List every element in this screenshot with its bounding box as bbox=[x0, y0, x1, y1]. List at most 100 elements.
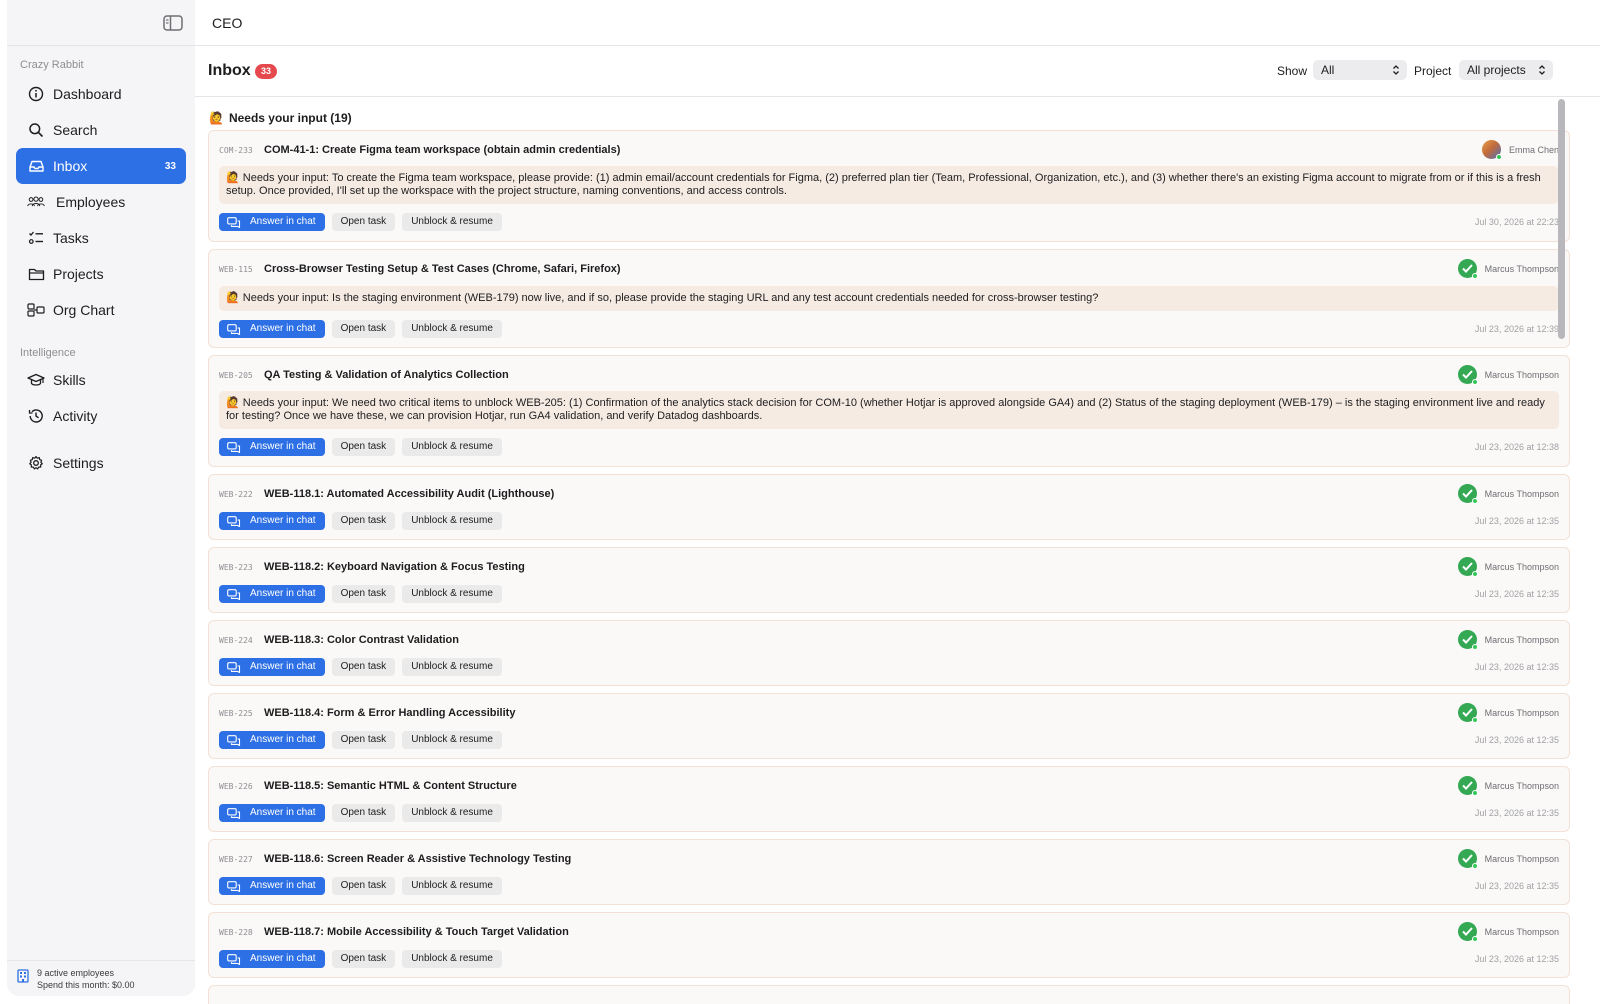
chevron-up-down-icon bbox=[1539, 65, 1545, 75]
open-task-button[interactable]: Open task bbox=[331, 585, 396, 603]
open-task-button[interactable]: Open task bbox=[331, 877, 396, 895]
assignee-name: Marcus Thompson bbox=[1484, 634, 1559, 645]
timestamp: Jul 23, 2026 at 12:35 bbox=[1474, 808, 1559, 818]
answer-in-chat-button[interactable]: Answer in chat bbox=[219, 877, 325, 895]
unblock-resume-button[interactable]: Unblock & resume bbox=[402, 438, 502, 456]
answer-in-chat-button[interactable]: Answer in chat bbox=[219, 213, 325, 231]
open-task-button[interactable]: Open task bbox=[331, 731, 396, 749]
inbox-card[interactable]: WEB-205 QA Testing & Validation of Analy… bbox=[208, 355, 1570, 467]
sidebar-item-tasks[interactable]: Tasks bbox=[16, 220, 186, 256]
unblock-resume-button[interactable]: Unblock & resume bbox=[402, 213, 502, 231]
task-title[interactable]: COM-41-1: Create Figma team workspace (o… bbox=[264, 144, 620, 156]
open-task-button[interactable]: Open task bbox=[331, 658, 396, 676]
answer-in-chat-button[interactable]: Answer in chat bbox=[219, 320, 325, 338]
chat-icon bbox=[227, 441, 241, 453]
task-title[interactable]: WEB-118.1: Automated Accessibility Audit… bbox=[264, 488, 554, 500]
task-title[interactable]: QA Testing & Validation of Analytics Col… bbox=[264, 369, 509, 381]
inbox-card[interactable]: WEB-223 WEB-118.2: Keyboard Navigation &… bbox=[208, 547, 1570, 613]
assignee-name: Marcus Thompson bbox=[1484, 369, 1559, 380]
card-actions: Answer in chat Open task Unblock & resum… bbox=[219, 658, 509, 676]
show-filter-select[interactable]: All bbox=[1313, 60, 1407, 80]
answer-in-chat-button[interactable]: Answer in chat bbox=[219, 731, 325, 749]
chat-icon bbox=[227, 661, 241, 673]
open-task-button[interactable]: Open task bbox=[331, 213, 396, 231]
answer-in-chat-button[interactable]: Answer in chat bbox=[219, 804, 325, 822]
raised-hand-icon: 🙋 bbox=[209, 111, 224, 125]
scroll-thumb[interactable] bbox=[1558, 99, 1565, 339]
intelligence-label: Intelligence bbox=[20, 347, 76, 359]
task-id: WEB-228 bbox=[219, 928, 253, 937]
chat-icon bbox=[227, 588, 241, 600]
inbox-card[interactable] bbox=[208, 985, 1570, 1004]
task-title[interactable]: WEB-118.7: Mobile Accessibility & Touch … bbox=[264, 926, 569, 938]
sidebar-item-dashboard[interactable]: Dashboard bbox=[16, 76, 186, 112]
assignee-name: Marcus Thompson bbox=[1484, 926, 1559, 937]
unblock-resume-button[interactable]: Unblock & resume bbox=[402, 512, 502, 530]
task-title[interactable]: WEB-118.6: Screen Reader & Assistive Tec… bbox=[264, 853, 571, 865]
sidebar-item-employees[interactable]: Employees bbox=[16, 184, 186, 220]
open-task-button[interactable]: Open task bbox=[331, 512, 396, 530]
sidebar-item-projects[interactable]: Projects bbox=[16, 256, 186, 292]
avatar bbox=[1481, 140, 1502, 160]
task-id: WEB-223 bbox=[219, 563, 253, 572]
project-filter-select[interactable]: All projects bbox=[1459, 60, 1553, 80]
inbox-card[interactable]: WEB-225 WEB-118.4: Form & Error Handling… bbox=[208, 693, 1570, 759]
scrollbar[interactable] bbox=[1556, 97, 1568, 967]
unblock-resume-button[interactable]: Unblock & resume bbox=[402, 804, 502, 822]
task-title[interactable]: Cross-Browser Testing Setup & Test Cases… bbox=[264, 263, 621, 275]
inbox-card[interactable]: COM-233 COM-41-1: Create Figma team work… bbox=[208, 130, 1570, 242]
sidebar-item-activity[interactable]: Activity bbox=[16, 398, 186, 434]
inbox-card[interactable]: WEB-227 WEB-118.6: Screen Reader & Assis… bbox=[208, 839, 1570, 905]
unblock-resume-button[interactable]: Unblock & resume bbox=[402, 950, 502, 968]
inbox-card[interactable]: WEB-222 WEB-118.1: Automated Accessibili… bbox=[208, 474, 1570, 540]
project-filter-label: Project bbox=[1414, 64, 1452, 78]
avatar bbox=[1457, 557, 1478, 577]
open-task-button[interactable]: Open task bbox=[331, 804, 396, 822]
unblock-resume-button[interactable]: Unblock & resume bbox=[402, 731, 502, 749]
task-title[interactable]: WEB-118.4: Form & Error Handling Accessi… bbox=[264, 707, 515, 719]
task-id: WEB-224 bbox=[219, 636, 253, 645]
open-task-button[interactable]: Open task bbox=[331, 438, 396, 456]
sidebar-toggle-icon[interactable] bbox=[163, 14, 183, 32]
answer-in-chat-button[interactable]: Answer in chat bbox=[219, 512, 325, 530]
unblock-resume-button[interactable]: Unblock & resume bbox=[402, 585, 502, 603]
open-task-button[interactable]: Open task bbox=[331, 320, 396, 338]
assignee-name: Marcus Thompson bbox=[1484, 780, 1559, 791]
task-title[interactable]: WEB-118.5: Semantic HTML & Content Struc… bbox=[264, 780, 517, 792]
card-actions: Answer in chat Open task Unblock & resum… bbox=[219, 585, 509, 603]
sidebar-item-inbox[interactable]: Inbox 33 bbox=[16, 148, 186, 184]
task-id: WEB-226 bbox=[219, 782, 253, 791]
search-icon bbox=[27, 121, 45, 139]
open-task-button[interactable]: Open task bbox=[331, 950, 396, 968]
sidebar-item-org-chart[interactable]: Org Chart bbox=[16, 292, 186, 328]
task-id: WEB-227 bbox=[219, 855, 253, 864]
timestamp: Jul 23, 2026 at 12:35 bbox=[1474, 589, 1559, 599]
answer-in-chat-button[interactable]: Answer in chat bbox=[219, 438, 325, 456]
answer-in-chat-button[interactable]: Answer in chat bbox=[219, 658, 325, 676]
inbox-card[interactable]: WEB-226 WEB-118.5: Semantic HTML & Conte… bbox=[208, 766, 1570, 832]
answer-in-chat-button[interactable]: Answer in chat bbox=[219, 950, 325, 968]
inbox-card[interactable]: WEB-224 WEB-118.3: Color Contrast Valida… bbox=[208, 620, 1570, 686]
unblock-resume-button[interactable]: Unblock & resume bbox=[402, 877, 502, 895]
card-actions: Answer in chat Open task Unblock & resum… bbox=[219, 877, 509, 895]
inbox-card[interactable]: WEB-115 Cross-Browser Testing Setup & Te… bbox=[208, 249, 1570, 348]
unblock-resume-button[interactable]: Unblock & resume bbox=[402, 320, 502, 338]
inbox-card[interactable]: WEB-228 WEB-118.7: Mobile Accessibility … bbox=[208, 912, 1570, 978]
input-request-note: 🙋 Needs your input: Is the staging envir… bbox=[219, 286, 1559, 311]
sidebar-item-settings[interactable]: Settings bbox=[16, 445, 186, 481]
task-title[interactable]: WEB-118.3: Color Contrast Validation bbox=[264, 634, 459, 646]
assignee: Marcus Thompson bbox=[1457, 484, 1559, 504]
inbox-icon bbox=[27, 157, 45, 175]
chat-icon bbox=[227, 216, 241, 228]
sidebar-item-label: Projects bbox=[53, 266, 104, 282]
sidebar-item-search[interactable]: Search bbox=[16, 112, 186, 148]
card-actions: Answer in chat Open task Unblock & resum… bbox=[219, 731, 509, 749]
card-actions: Answer in chat Open task Unblock & resum… bbox=[219, 804, 509, 822]
unblock-resume-button[interactable]: Unblock & resume bbox=[402, 658, 502, 676]
assignee: Marcus Thompson bbox=[1457, 630, 1559, 650]
sidebar-item-skills[interactable]: Skills bbox=[16, 362, 186, 398]
task-title[interactable]: WEB-118.2: Keyboard Navigation & Focus T… bbox=[264, 561, 525, 573]
sidebar: Crazy Rabbit Dashboard Search Inbox 33 E… bbox=[7, 0, 195, 996]
answer-in-chat-button[interactable]: Answer in chat bbox=[219, 585, 325, 603]
task-id: WEB-225 bbox=[219, 709, 253, 718]
